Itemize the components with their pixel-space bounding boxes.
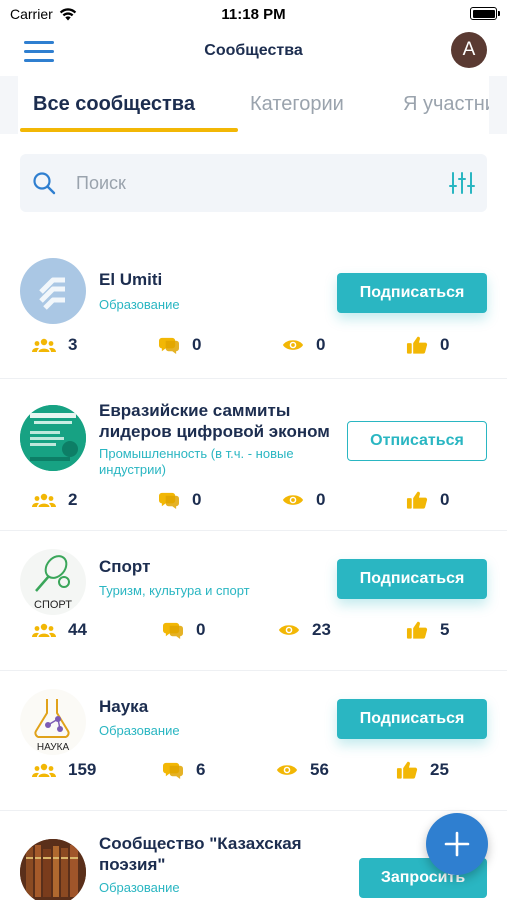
- views-icon: [278, 625, 300, 635]
- unsubscribe-button[interactable]: Отписаться: [347, 421, 487, 461]
- members-count: 3: [68, 335, 78, 354]
- comments-count: 0: [192, 490, 202, 509]
- views-icon: [282, 495, 304, 505]
- page-title: Сообщества: [204, 42, 303, 59]
- community-name[interactable]: Спорт: [99, 556, 339, 577]
- comments-count: 0: [196, 620, 206, 639]
- science-thumb-label: НАУКА: [37, 742, 70, 753]
- community-category: Туризм, культура и спорт: [99, 583, 250, 598]
- views-count: 0: [316, 335, 326, 354]
- likes-count: 25: [430, 760, 449, 779]
- community-stats: 2 0 0 0: [0, 490, 507, 512]
- community-logo: НАУКА: [20, 689, 86, 755]
- community-stats: 44 0 23 5: [0, 620, 507, 642]
- community-card[interactable]: Евразийские саммиты лидеров цифровой эко…: [0, 379, 507, 531]
- community-logo: СПОРТ: [20, 549, 86, 615]
- tennis-racket-icon: СПОРТ: [34, 555, 72, 611]
- views-icon: [276, 765, 298, 775]
- filter-icon[interactable]: [449, 171, 475, 195]
- community-name[interactable]: Наука: [99, 696, 339, 717]
- members-icon: [32, 338, 56, 352]
- community-logo: [20, 839, 86, 900]
- likes-count: 0: [440, 490, 450, 509]
- comments-icon: [159, 492, 179, 510]
- likes-count: 5: [440, 620, 450, 639]
- search-input[interactable]: [76, 169, 416, 197]
- likes-icon: [406, 336, 428, 354]
- likes-count: 0: [440, 335, 450, 354]
- community-category: Промышленность (в т.ч. - новые индустрии…: [99, 446, 294, 477]
- battery-icon: [470, 7, 500, 20]
- avatar[interactable]: A: [451, 32, 487, 68]
- community-card[interactable]: El Umiti Образование Подписаться 3 0 0 0: [0, 238, 507, 379]
- tab-my-communities[interactable]: Я участник: [403, 93, 489, 116]
- community-logo: [20, 258, 86, 324]
- app-header: Сообщества A: [0, 30, 507, 74]
- community-name[interactable]: Сообщество "Казахская поэзия": [99, 833, 339, 875]
- views-icon: [282, 340, 304, 350]
- status-bar: Carrier 11:18 PM: [0, 0, 507, 30]
- members-icon: [32, 493, 56, 507]
- add-community-button[interactable]: [426, 813, 488, 875]
- active-tab-indicator: [20, 128, 238, 132]
- search-icon: [33, 172, 56, 195]
- members-count: 44: [68, 620, 87, 639]
- members-icon: [32, 763, 56, 777]
- members-count: 2: [68, 490, 78, 509]
- community-name[interactable]: Евразийские саммиты лидеров цифровой эко…: [99, 400, 339, 442]
- community-name[interactable]: El Umiti: [99, 269, 339, 290]
- community-stats: 3 0 0 0: [0, 335, 507, 357]
- subscribe-button[interactable]: Подписаться: [337, 559, 487, 599]
- plus-icon: [444, 831, 470, 857]
- tab-all-communities[interactable]: Все сообщества: [33, 93, 195, 116]
- community-category: Образование: [99, 723, 180, 738]
- likes-icon: [406, 621, 428, 639]
- summit-poster-icon: [20, 405, 86, 471]
- subscribe-button[interactable]: Подписаться: [337, 273, 487, 313]
- community-category: Образование: [99, 297, 180, 312]
- comments-icon: [163, 622, 183, 640]
- science-flask-icon: НАУКА: [34, 699, 70, 753]
- comments-icon: [159, 337, 179, 355]
- tab-categories[interactable]: Категории: [250, 93, 344, 116]
- el-umiti-logo-icon: [39, 277, 65, 310]
- community-category: Образование: [99, 880, 180, 895]
- views-count: 0: [316, 490, 326, 509]
- sport-thumb-label: СПОРТ: [34, 599, 72, 611]
- community-card[interactable]: НАУКА Наука Образование Подписаться 159 …: [0, 671, 507, 811]
- views-count: 56: [310, 760, 329, 779]
- members-count: 159: [68, 760, 97, 779]
- community-card[interactable]: СПОРТ Спорт Туризм, культура и спорт Под…: [0, 531, 507, 671]
- likes-icon: [406, 491, 428, 509]
- bookshelf-icon: [20, 839, 86, 900]
- clock: 11:18 PM: [221, 6, 286, 23]
- members-icon: [32, 623, 56, 637]
- subscribe-button[interactable]: Подписаться: [337, 699, 487, 739]
- community-stats: 159 6 56 25: [0, 760, 507, 782]
- likes-icon: [396, 761, 418, 779]
- community-logo: [20, 405, 86, 471]
- community-list: El Umiti Образование Подписаться 3 0 0 0…: [0, 238, 507, 900]
- views-count: 23: [312, 620, 331, 639]
- comments-count: 6: [196, 760, 206, 779]
- comments-count: 0: [192, 335, 202, 354]
- tab-bar: Все сообщества Категории Я участник: [0, 76, 507, 134]
- comments-icon: [163, 762, 183, 780]
- search-bar: [20, 154, 487, 212]
